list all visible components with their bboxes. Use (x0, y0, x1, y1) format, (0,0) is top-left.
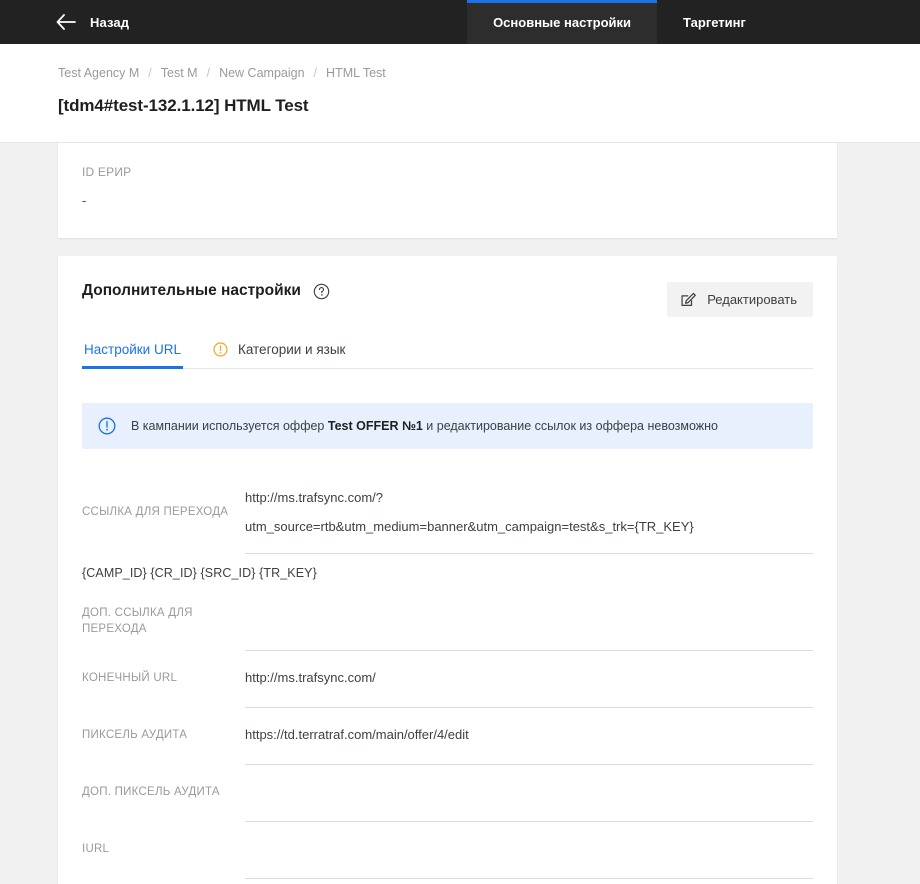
arrow-left-icon (56, 14, 76, 30)
tab-main-settings-label: Основные настройки (493, 14, 632, 30)
edit-button-label: Редактировать (707, 292, 797, 307)
info-circle-icon (98, 417, 116, 435)
content-area: ID ЕРИР - Дополнительные настройки Редак… (0, 143, 920, 884)
subtab-url-settings[interactable]: Настройки URL (82, 342, 183, 369)
erip-card: ID ЕРИР - (58, 143, 837, 238)
field-label-iurl: IURL (82, 843, 110, 856)
tab-targeting[interactable]: Таргетинг (657, 0, 772, 44)
back-button[interactable]: Назад (0, 0, 147, 44)
erip-value: - (82, 193, 87, 208)
tab-main-settings[interactable]: Основные настройки (467, 0, 658, 44)
landing-url-line-1: http://ms.trafsync.com/? (245, 490, 383, 505)
macro-hint: {CAMP_ID} {CR_ID} {SRC_ID} {TR_KEY} (82, 565, 317, 580)
field-row-extra-audit-pixel: Доп. пиксель аудита (82, 765, 813, 822)
tab-targeting-label: Таргетинг (683, 14, 746, 30)
banner-text-after: и редактирование ссылок из оффера невозм… (422, 418, 718, 433)
field-value-final-url[interactable]: http://ms.trafsync.com/ (245, 651, 813, 708)
settings-subtabs: Настройки URL Категории и язык (82, 342, 813, 369)
banner-text-before: В кампании используется оффер (131, 418, 328, 433)
breadcrumb-item-new-campaign[interactable]: New Campaign (219, 66, 304, 80)
field-label-audit-pixel: Пиксель аудита (82, 729, 188, 742)
top-navigation-bar: Назад Основные настройки Таргетинг (0, 0, 920, 44)
warning-circle-icon (213, 342, 228, 357)
page-header: Test Agency M / Test M / New Campaign / … (0, 44, 920, 143)
question-circle-icon[interactable] (313, 283, 330, 300)
page-title: [tdm4#test-132.1.12] HTML Test (58, 96, 309, 115)
additional-settings-card: Дополнительные настройки Редактировать Н… (58, 256, 837, 884)
breadcrumb-item-html-test[interactable]: HTML Test (326, 66, 386, 80)
landing-url-line-2: utm_source=rtb&utm_medium=banner&utm_cam… (245, 519, 694, 535)
field-label-extra-landing-url: Доп. ссылка для перехода (82, 607, 193, 635)
settings-title-group: Дополнительные настройки (82, 282, 330, 300)
field-value-iurl[interactable] (245, 822, 813, 879)
field-label-extra-audit-pixel: Доп. пиксель аудита (82, 786, 220, 799)
field-row-final-url: Конечный URL http://ms.trafsync.com/ (82, 651, 813, 708)
field-row-iurl: IURL (82, 822, 813, 879)
breadcrumb-separator: / (206, 66, 211, 80)
field-value-audit-pixel[interactable]: https://td.terratraf.com/main/offer/4/ed… (245, 708, 813, 765)
breadcrumb-separator: / (313, 66, 318, 80)
field-row-extra-landing-url: Доп. ссылка для перехода (82, 594, 813, 651)
field-value-extra-landing-url[interactable] (245, 594, 813, 651)
field-row-landing-url: Ссылка для перехода http://ms.trafsync.c… (82, 473, 813, 554)
top-nav-tabs: Основные настройки Таргетинг (467, 0, 772, 44)
subtab-url-settings-label: Настройки URL (84, 342, 181, 357)
edit-button[interactable]: Редактировать (667, 282, 813, 317)
url-fields-list: Ссылка для перехода http://ms.trafsync.c… (82, 473, 813, 879)
breadcrumb-item-test-m[interactable]: Test M (161, 66, 198, 80)
offer-lock-banner: В кампании используется оффер Test OFFER… (82, 403, 813, 449)
field-row-audit-pixel: Пиксель аудита https://td.terratraf.com/… (82, 708, 813, 765)
breadcrumb: Test Agency M / Test M / New Campaign / … (58, 66, 920, 80)
subtab-categories-language-label: Категории и язык (237, 342, 346, 357)
subtab-categories-language[interactable]: Категории и язык (211, 342, 348, 369)
settings-card-title: Дополнительные настройки (82, 282, 301, 299)
offer-lock-banner-text: В кампании используется оффер Test OFFER… (131, 418, 718, 435)
field-value-extra-audit-pixel[interactable] (245, 765, 813, 822)
banner-offer-name: Test OFFER №1 (327, 418, 423, 433)
breadcrumb-separator: / (148, 66, 152, 80)
field-label-landing-url: Ссылка для перехода (82, 506, 229, 519)
breadcrumb-item-agency[interactable]: Test Agency M (58, 66, 139, 80)
settings-card-header: Дополнительные настройки Редактировать (82, 282, 813, 317)
erip-label: ID ЕРИР (82, 165, 132, 179)
field-value-landing-url[interactable]: http://ms.trafsync.com/? utm_source=rtb&… (245, 473, 813, 554)
pencil-square-icon (681, 292, 697, 306)
back-button-label: Назад (90, 14, 130, 30)
field-label-final-url: Конечный URL (82, 672, 178, 685)
